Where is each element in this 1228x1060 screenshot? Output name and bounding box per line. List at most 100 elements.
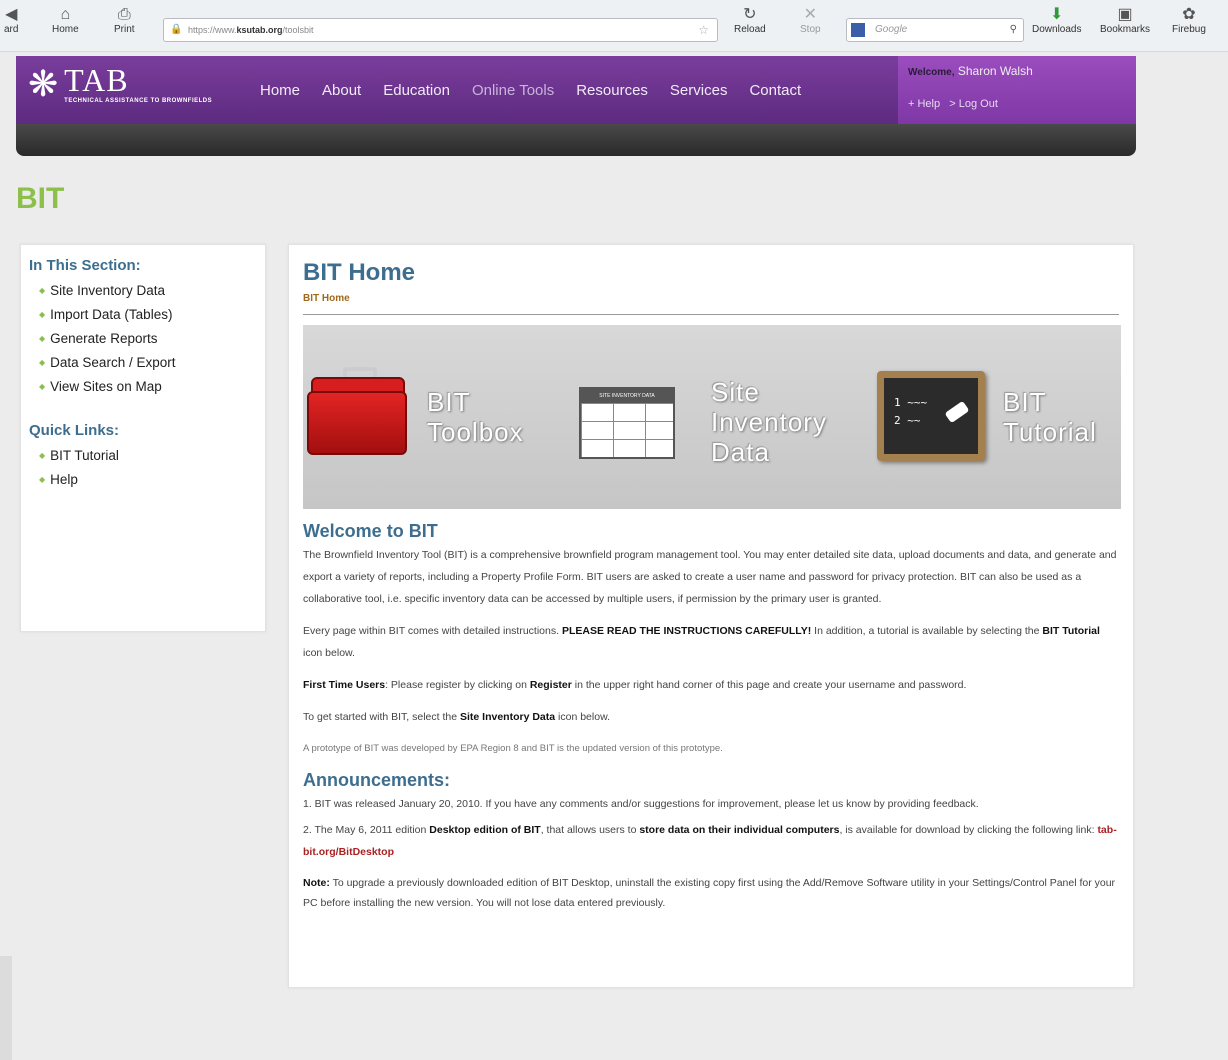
toolbox-label-line1: BIT	[427, 387, 471, 417]
instructions-paragraph: Every page within BIT comes with detaile…	[303, 620, 1119, 664]
note-text: To upgrade a previously downloaded editi…	[303, 877, 1116, 909]
back-arrow-icon: ◀	[5, 6, 18, 23]
announcement-2-text-a: 2. The May 6, 2011 edition	[303, 824, 430, 836]
quick-links-list: BIT Tutorial Help	[29, 445, 257, 493]
quick-link-help[interactable]: Help	[29, 469, 257, 493]
section-heading: In This Section:	[29, 257, 141, 274]
inventory-label[interactable]: Site Inventory Data	[711, 377, 827, 467]
inventory-label-line2: Inventory	[711, 407, 827, 437]
instructions-text-b: In addition, a tutorial is available by …	[811, 625, 1043, 637]
site-header: ❋ TAB TECHNICAL ASSISTANCE TO BROWNFIELD…	[16, 56, 1136, 156]
welcome-heading: Welcome to BIT	[303, 521, 438, 541]
spreadsheet-icon[interactable]: SITE INVENTORY DATA	[579, 387, 675, 459]
quick-links-heading: Quick Links:	[29, 422, 120, 439]
toolbox-label-line2: Toolbox	[427, 417, 524, 447]
url-path: /toolsbit	[282, 25, 314, 35]
announcement-2-text-c: , is available for download by clicking …	[839, 824, 1098, 836]
print-button[interactable]: ⎙ Print	[114, 6, 135, 35]
downloads-button[interactable]: ⬇ Downloads	[1032, 6, 1081, 35]
logout-link[interactable]: > Log Out	[949, 98, 998, 110]
search-engine-icon	[851, 23, 865, 37]
stop-button[interactable]: ✕ Stop	[800, 6, 821, 35]
inventory-label-line1: Site	[711, 377, 760, 407]
first-time-text-b: in the upper right hand corner of this p…	[571, 679, 967, 691]
welcome-line: Welcome, Sharon Walsh	[908, 64, 1033, 78]
breadcrumb[interactable]: BIT Home	[303, 293, 1119, 315]
browser-toolbar: ◀ ard ⌂ Home ⎙ Print 🔒 https://www.ksuta…	[0, 0, 1228, 52]
window-edge	[0, 956, 12, 1060]
page-title: BIT	[16, 182, 65, 215]
chalk-stick	[944, 400, 970, 424]
first-time-text-a: : Please register by clicking on	[385, 679, 530, 691]
firebug-icon: ✿	[1182, 6, 1196, 23]
firebug-button[interactable]: ✿ Firebug	[1172, 6, 1206, 35]
url-input[interactable]: 🔒 https://www.ksutab.org/toolsbit ☆	[163, 18, 718, 42]
bookmarks-icon: ▣	[1117, 6, 1133, 23]
main-nav: Home About Education Online Tools Resour…	[260, 82, 801, 99]
reload-icon: ↻	[743, 6, 757, 23]
store-data-ref: store data on their individual computers	[639, 824, 840, 836]
toolbox-icon[interactable]	[307, 367, 411, 459]
nav-resources[interactable]: Resources	[576, 82, 648, 99]
inventory-label-line3: Data	[711, 437, 770, 467]
logo-subtitle: TECHNICAL ASSISTANCE TO BROWNFIELDS	[64, 98, 213, 104]
nav-home[interactable]: Home	[260, 82, 300, 99]
instructions-text-a: Every page within BIT comes with detaile…	[303, 625, 562, 637]
search-icon[interactable]: ⚲	[1010, 19, 1017, 41]
sidebar: In This Section: Site Inventory Data Imp…	[20, 244, 266, 632]
nav-contact[interactable]: Contact	[749, 82, 801, 99]
tab-logo[interactable]: ❋ TAB TECHNICAL ASSISTANCE TO BROWNFIELD…	[28, 62, 213, 105]
nav-about[interactable]: About	[322, 82, 361, 99]
nav-online-tools[interactable]: Online Tools	[472, 82, 554, 99]
firebug-label: Firebug	[1172, 24, 1206, 35]
back-button[interactable]: ◀ ard	[4, 6, 18, 35]
chalkboard-icon[interactable]: 1 ~~~ 2 ~~	[877, 371, 985, 461]
sidebar-item-generate-reports[interactable]: Generate Reports	[29, 328, 257, 352]
sidebar-item-import-data[interactable]: Import Data (Tables)	[29, 304, 257, 328]
help-link[interactable]: + Help	[908, 98, 940, 110]
search-placeholder: Google	[875, 24, 908, 35]
welcome-label: Welcome,	[908, 67, 955, 78]
announcement-2-text-b: , that allows users to	[540, 824, 640, 836]
desktop-edition-ref: Desktop edition of BIT	[429, 824, 541, 836]
get-started-text-b: icon below.	[555, 711, 610, 723]
register-ref: Register	[529, 679, 572, 691]
bookmarks-button[interactable]: ▣ Bookmarks	[1100, 6, 1150, 35]
tutorial-label-line1: BIT	[1003, 387, 1047, 417]
lock-icon: 🔒	[170, 24, 183, 35]
tool-banner: BIT Toolbox SITE INVENTORY DATA Site Inv…	[303, 325, 1121, 509]
home-button[interactable]: ⌂ Home	[52, 6, 79, 35]
sidebar-item-data-search[interactable]: Data Search / Export	[29, 352, 257, 376]
instructions-warning: PLEASE READ THE INSTRUCTIONS CAREFULLY!	[561, 625, 812, 637]
nav-services[interactable]: Services	[670, 82, 728, 99]
main-content: BIT Home BIT Home BIT Toolbox SITE INVEN…	[288, 244, 1134, 988]
site-inventory-ref: Site Inventory Data	[460, 711, 556, 723]
nav-education[interactable]: Education	[383, 82, 450, 99]
main-heading: BIT Home	[303, 259, 416, 286]
announcements-heading: Announcements:	[303, 770, 451, 790]
announcement-2: 2. The May 6, 2011 edition Desktop editi…	[303, 819, 1119, 863]
search-input[interactable]: Google ⚲	[846, 18, 1024, 42]
sidebar-item-view-map[interactable]: View Sites on Map	[29, 376, 257, 400]
logo-wordmark: TAB	[64, 62, 129, 98]
toolbox-label[interactable]: BIT Toolbox	[427, 387, 524, 447]
stop-icon: ✕	[803, 6, 817, 23]
reload-button[interactable]: ↻ Reload	[734, 6, 766, 35]
url-prefix: https://www.	[188, 25, 237, 35]
tree-logo-icon: ❋	[28, 63, 59, 104]
bookmark-star-icon[interactable]: ☆	[698, 19, 709, 41]
announcement-1: 1. BIT was released January 20, 2010. If…	[303, 798, 979, 810]
tutorial-label[interactable]: BIT Tutorial	[1003, 387, 1097, 447]
quick-link-tutorial[interactable]: BIT Tutorial	[29, 445, 257, 469]
user-name: Sharon Walsh	[957, 64, 1033, 78]
printer-icon: ⎙	[117, 6, 131, 23]
sidebar-item-site-inventory[interactable]: Site Inventory Data	[29, 280, 257, 304]
back-label: ard	[4, 24, 19, 35]
user-links: + Help > Log Out	[908, 98, 998, 110]
stop-label: Stop	[800, 24, 821, 35]
note-label: Note:	[303, 877, 330, 889]
user-box: Welcome, Sharon Walsh + Help > Log Out	[898, 56, 1136, 124]
section-list: Site Inventory Data Import Data (Tables)…	[29, 280, 257, 400]
note-paragraph: Note: To upgrade a previously downloaded…	[303, 873, 1119, 913]
home-icon: ⌂	[60, 6, 71, 23]
